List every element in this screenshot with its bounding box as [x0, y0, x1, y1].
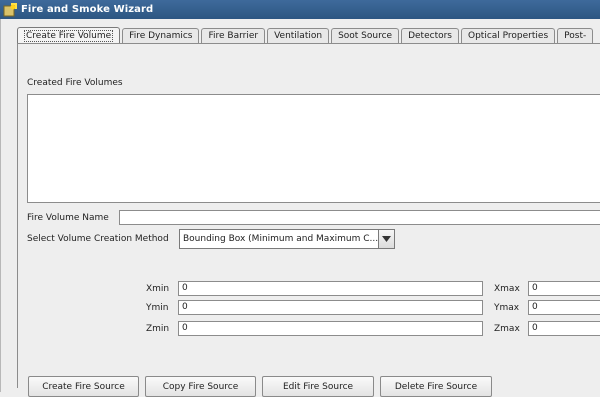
fire-wizard-icon	[3, 2, 17, 17]
created-fire-volumes-label: Created Fire Volumes	[27, 78, 123, 88]
xmin-label: Xmin	[146, 284, 170, 294]
tab-fire-barrier[interactable]: Fire Barrier	[201, 28, 266, 43]
zmax-input[interactable]: 0	[528, 321, 600, 336]
ymin-label: Ymin	[146, 303, 169, 313]
volume-creation-method-select[interactable]: Bounding Box (Minimum and Maximum C...	[179, 229, 395, 249]
volume-creation-method-label: Select Volume Creation Method	[27, 234, 169, 244]
edit-fire-source-button[interactable]: Edit Fire Source	[262, 376, 374, 397]
fire-volume-name-input[interactable]	[119, 210, 600, 225]
ymax-label: Ymax	[494, 303, 520, 313]
tab-fire-dynamics[interactable]: Fire Dynamics	[122, 28, 200, 43]
triangle-down-icon[interactable]	[378, 230, 394, 248]
zmin-input[interactable]: 0	[178, 321, 483, 336]
create-fire-volume-panel: Created Fire Volumes Fire Volume Name Se…	[17, 43, 600, 397]
zmin-label: Zmin	[146, 324, 170, 334]
tab-detectors[interactable]: Detectors	[401, 28, 459, 43]
xmax-label: Xmax	[494, 284, 520, 294]
zmax-label: Zmax	[494, 324, 520, 334]
tab-create-fire-volume[interactable]: Create Fire Volume	[17, 27, 121, 43]
copy-fire-source-button[interactable]: Copy Fire Source	[145, 376, 256, 397]
tab-ventilation[interactable]: Ventilation	[267, 28, 330, 43]
xmax-input[interactable]: 0	[528, 281, 600, 296]
tab-soot-source[interactable]: Soot Source	[331, 28, 400, 43]
wizard-body: Create Fire Volume Fire Dynamics Fire Ba…	[0, 19, 600, 397]
window-title: Fire and Smoke Wizard	[21, 4, 154, 15]
create-fire-source-button[interactable]: Create Fire Source	[28, 376, 139, 397]
title-bar[interactable]: Fire and Smoke Wizard	[0, 0, 600, 19]
volume-creation-method-value: Bounding Box (Minimum and Maximum C...	[183, 234, 378, 244]
tab-optical-properties[interactable]: Optical Properties	[461, 28, 556, 43]
ymax-input[interactable]: 0	[528, 300, 600, 315]
ymin-input[interactable]: 0	[178, 300, 483, 315]
xmin-input[interactable]: 0	[178, 281, 483, 296]
tab-post[interactable]: Post-	[557, 28, 594, 43]
delete-fire-source-button[interactable]: Delete Fire Source	[380, 376, 492, 397]
fire-volume-name-label: Fire Volume Name	[27, 213, 109, 223]
created-fire-volumes-list[interactable]	[27, 94, 600, 203]
tab-strip: Create Fire Volume Fire Dynamics Fire Ba…	[17, 27, 600, 43]
